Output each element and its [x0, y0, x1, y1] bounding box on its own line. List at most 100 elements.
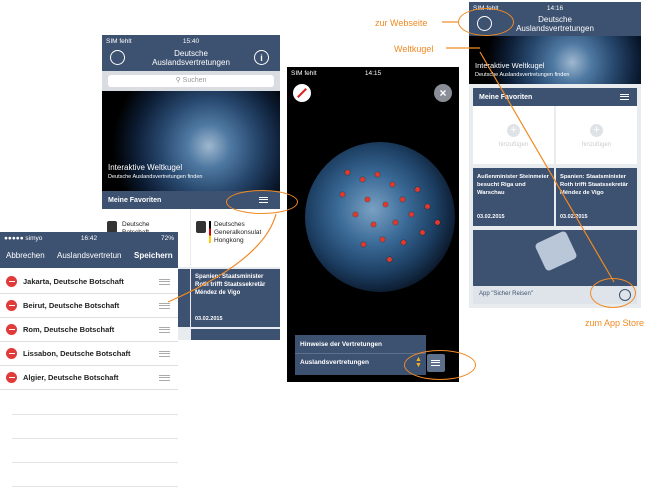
phone-globe-screen: SIM fehlt 14:15 × Hinweise der Vertretun…	[287, 67, 459, 382]
panel-title: Hinweise der Vertretungen	[300, 341, 382, 348]
search-icon: ⚲	[175, 77, 181, 84]
earth-globe[interactable]	[305, 142, 455, 292]
favorite-item[interactable]: Deutsches Generalkonsulat Hongkong	[191, 209, 280, 267]
phone-home-screen-2: SIM fehlt 14:16 Deutsche Auslandsvertret…	[469, 2, 641, 308]
divider	[12, 486, 178, 487]
news-line2: besucht Riga und	[477, 182, 526, 188]
row-label: Algier, Deutsche Botschaft	[23, 373, 119, 382]
row-label: Rom, Deutsche Botschaft	[23, 325, 115, 334]
list-item[interactable]: Algier, Deutsche Botschaft	[0, 366, 178, 390]
panel-label: Auslandsvertretungen	[300, 359, 369, 366]
embassy-pin[interactable]	[353, 212, 358, 217]
menu-icon[interactable]	[620, 94, 629, 100]
status-bar: SIM fehlt 15:40	[102, 35, 280, 47]
row-label: Lissabon, Deutsche Botschaft	[23, 349, 131, 358]
delete-icon[interactable]	[6, 324, 17, 335]
divider	[12, 462, 178, 463]
luggage-tag-icon	[534, 230, 578, 272]
cancel-button[interactable]: Abbrechen	[6, 251, 45, 260]
list-item[interactable]: Rom, Deutsche Botschaft	[0, 318, 178, 342]
globe-hero[interactable]: Interaktive Weltkugel Deutsche Auslandsv…	[102, 91, 280, 191]
news-date: 03.02.2015	[477, 214, 505, 220]
edit-title: Auslandsvertretun	[57, 251, 122, 260]
news-line2: Roth trifft Staatssekretär	[560, 182, 628, 188]
news-line1: Außenminister Steinmeier	[477, 174, 549, 180]
favorites-label: Meine Favoriten	[479, 93, 533, 101]
reorder-icon[interactable]	[159, 350, 170, 357]
row-label: Beirut, Deutsche Botschaft	[23, 301, 120, 310]
embassy-pin[interactable]	[371, 222, 376, 227]
search-input[interactable]: ⚲ Suchen	[108, 75, 274, 87]
globe-hero[interactable]: Interaktive Weltkugel Deutsche Auslandsv…	[469, 36, 641, 84]
divider	[12, 414, 178, 415]
highlight-menu	[226, 190, 298, 214]
news-line3: Méndez de Vigo	[560, 190, 604, 196]
annotation-appstore: zum App Store	[585, 318, 645, 328]
reorder-icon[interactable]	[159, 302, 170, 309]
status-bar: SIM fehlt 14:15	[287, 67, 459, 79]
embassy-pin[interactable]	[361, 242, 366, 247]
delete-icon[interactable]	[6, 300, 17, 311]
news-line1: Spanien: Staatsminister	[195, 274, 264, 280]
close-icon[interactable]: ×	[434, 84, 452, 102]
embassy-pin[interactable]	[435, 220, 440, 225]
news-card[interactable]: Außenminister Steinmeier besucht Riga un…	[473, 168, 554, 226]
header: SIM fehlt 15:40 Deutsche Auslandsvertret…	[102, 35, 280, 71]
reorder-icon[interactable]	[159, 278, 170, 285]
save-button[interactable]: Speichern	[134, 251, 173, 260]
embassy-pin[interactable]	[345, 170, 350, 175]
embassy-pin[interactable]	[375, 172, 380, 177]
hero-title: Interaktive Weltkugel	[108, 163, 183, 172]
row-label: Jakarta, Deutsche Botschaft	[23, 277, 124, 286]
embassy-pin[interactable]	[393, 220, 398, 225]
reorder-icon[interactable]	[159, 374, 170, 381]
news-card[interactable]	[191, 329, 280, 340]
embassy-pin[interactable]	[360, 177, 365, 182]
news-card[interactable]: Spanien: Staatsminister Roth trifft Staa…	[556, 168, 637, 226]
fav1-line1: Deutsche	[122, 221, 150, 228]
embassy-pin[interactable]	[415, 187, 420, 192]
favorites-label: Meine Favoriten	[108, 196, 162, 204]
add-favorite[interactable]: + hinzufügen	[556, 106, 637, 164]
embassy-pin[interactable]	[383, 202, 388, 207]
list-item[interactable]: Beirut, Deutsche Botschaft	[0, 294, 178, 318]
delete-icon[interactable]	[6, 348, 17, 359]
compass-icon[interactable]	[293, 84, 311, 102]
highlight-globe	[458, 8, 514, 36]
list-item[interactable]: Lissabon, Deutsche Botschaft	[0, 342, 178, 366]
fav2-line1: Deutsches	[214, 221, 245, 228]
status-bar: ●●●●● simyo 16:42 72%	[0, 232, 178, 244]
news-card[interactable]: Spanien: Staatsminister Roth trifft Staa…	[191, 269, 280, 327]
search-placeholder: Suchen	[182, 77, 207, 84]
fav2-line2: Generalkonsulat	[214, 229, 262, 236]
embassy-pin[interactable]	[365, 197, 370, 202]
list-item[interactable]: Jakarta, Deutsche Botschaft	[0, 270, 178, 294]
embassy-pin[interactable]	[390, 182, 395, 187]
news-date: 03.02.2015	[560, 214, 588, 220]
clock: 16:42	[80, 234, 98, 242]
delete-icon[interactable]	[6, 372, 17, 383]
embassy-pin[interactable]	[340, 192, 345, 197]
embassy-pin[interactable]	[420, 230, 425, 235]
news-line2: Roth trifft Staatssekretär	[195, 282, 266, 288]
embassy-pin[interactable]	[387, 257, 392, 262]
news-line3: Méndez de Vigo	[195, 290, 241, 296]
embassy-pin[interactable]	[425, 204, 430, 209]
hero-subtitle: Deutsche Auslandsvertretungen finden	[108, 174, 203, 180]
delete-icon[interactable]	[6, 276, 17, 287]
embassy-pin[interactable]	[409, 212, 414, 217]
highlight-appstore	[590, 278, 636, 308]
eagle-icon	[196, 221, 206, 233]
add-label: hinzufügen	[498, 142, 529, 148]
phone-edit-favorites: ●●●●● simyo 16:42 72% Abbrechen Auslands…	[0, 232, 178, 500]
add-favorite[interactable]: + hinzufügen	[473, 106, 554, 164]
annotation-website: zur Webseite	[375, 18, 428, 28]
edit-list: Jakarta, Deutsche Botschaft Beirut, Deut…	[0, 268, 178, 500]
embassy-pin[interactable]	[401, 240, 406, 245]
embassy-pin[interactable]	[380, 237, 385, 242]
info-icon[interactable]: i	[254, 50, 269, 65]
divider	[12, 438, 178, 439]
reorder-icon[interactable]	[159, 326, 170, 333]
plus-icon: +	[590, 124, 603, 137]
embassy-pin[interactable]	[400, 197, 405, 202]
